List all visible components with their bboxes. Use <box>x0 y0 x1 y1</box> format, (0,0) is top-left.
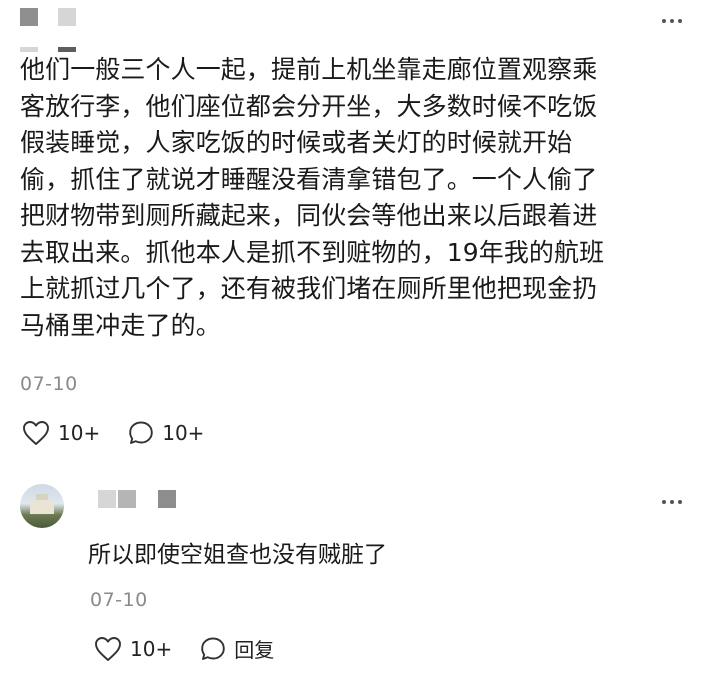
comment-button[interactable]: 10+ <box>128 420 204 446</box>
more-dots-icon[interactable] <box>662 500 682 504</box>
reply-actions: 10+ 回复 <box>94 634 302 663</box>
comment-count: 10+ <box>162 421 205 445</box>
post-timestamp: 07-10 <box>20 373 78 395</box>
reply-timestamp: 07-10 <box>90 589 148 611</box>
reply-label: 回复 <box>234 638 275 662</box>
like-count: 10+ <box>130 636 173 661</box>
more-dots-icon[interactable] <box>662 19 682 23</box>
like-count: 10+ <box>58 421 101 445</box>
post-content-line: 把财物带到厕所藏起来，同伙会等他出来以后跟着进 <box>20 201 598 230</box>
reply-content: 所以即使空姐查也没有贼脏了 <box>88 542 387 568</box>
redacted-username <box>20 8 38 26</box>
post-content-line: 假装睡觉，人家吃饭的时候或者关灯的时候就开始 <box>20 128 573 157</box>
post-content-line: 客放行李，他们座位都会分开坐，大多数时候不吃饭 <box>20 91 598 121</box>
avatar[interactable] <box>20 484 64 528</box>
redacted-username <box>98 490 116 508</box>
reply-button[interactable]: 回复 <box>200 634 274 663</box>
post-actions: 10+ 10+ <box>22 420 232 446</box>
post-content-line: 去取出来。抓他本人是抓不到赃物的，19年我的航班 <box>20 237 605 267</box>
heart-outline-icon <box>22 420 50 446</box>
post-content-line: 上就抓过几个了，还有被我们堵在厕所里他把现金扔 <box>20 274 598 303</box>
post-content-line: 马桶里冲走了的。 <box>20 310 221 340</box>
heart-outline-icon <box>94 636 122 662</box>
redacted-username <box>118 490 136 508</box>
reply-like-button[interactable]: 10+ <box>94 636 172 662</box>
speech-bubble-icon <box>128 420 154 446</box>
post-content: 他们一般三个人一起，提前上机坐靠走廊位置观察乘 客放行李，他们座位都会分开坐，大… <box>20 52 710 344</box>
post-content-line: 偷，抓住了就说才睡醒没看清拿错包了。一个人偷了 <box>20 164 598 194</box>
speech-bubble-icon <box>200 636 226 662</box>
post-header <box>0 0 714 56</box>
post-content-line: 他们一般三个人一起，提前上机坐靠走廊位置观察乘 <box>20 55 598 84</box>
redacted-username <box>158 490 176 508</box>
redacted-username <box>58 8 76 26</box>
like-button[interactable]: 10+ <box>22 420 100 446</box>
